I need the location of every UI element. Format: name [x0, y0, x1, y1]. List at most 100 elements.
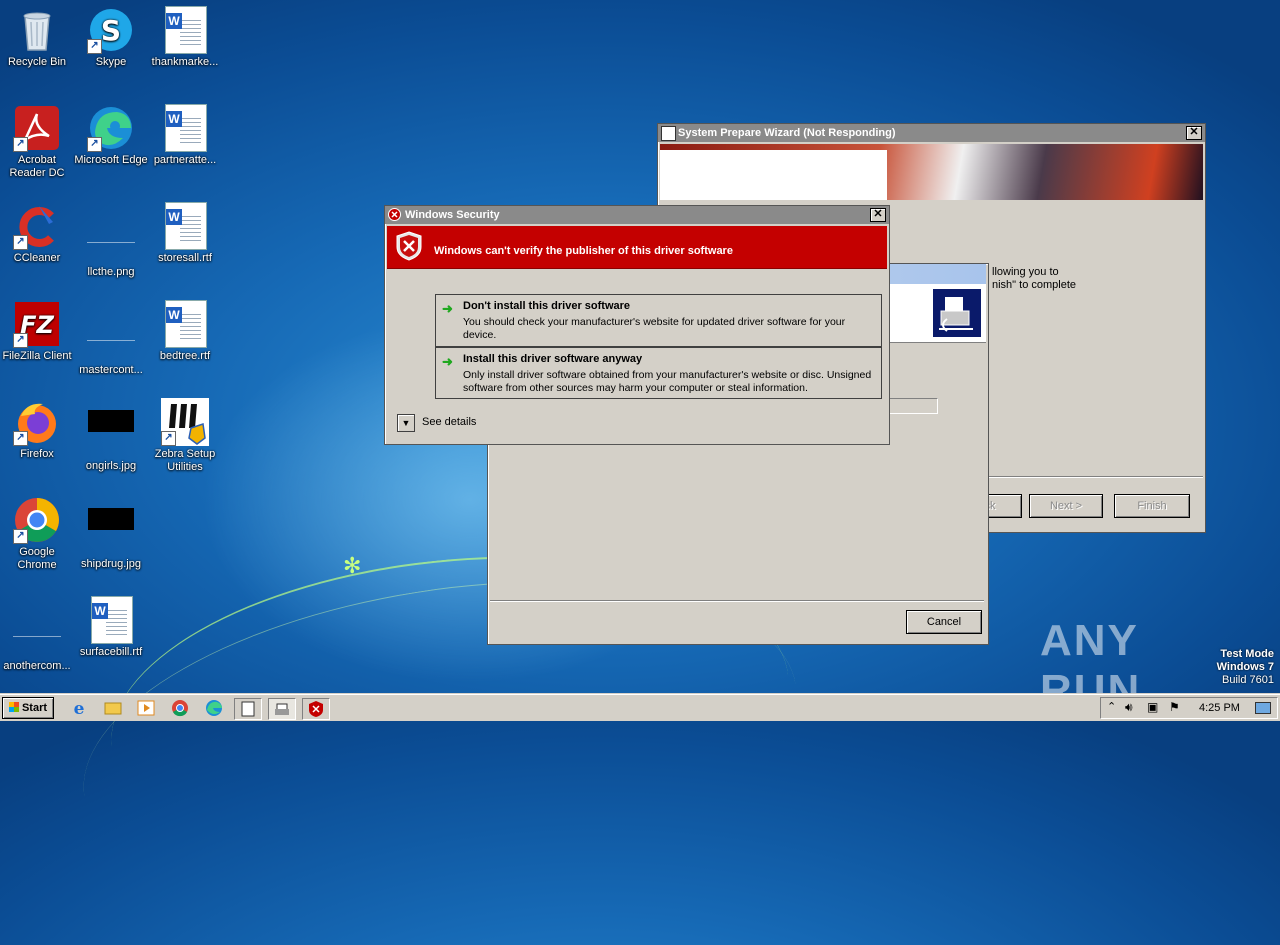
wizard-next-button[interactable]: Next > — [1029, 494, 1103, 518]
desktop-icon-label: surfacebill.rtf — [79, 646, 143, 658]
desktop-icon-anothercom[interactable]: anothercom... — [0, 596, 74, 673]
shortcut-arrow-icon: ↗ — [87, 39, 102, 54]
desktop-icon-label: Zebra Setup Utilities — [154, 448, 216, 473]
desktop-icon-label: anothercom... — [3, 660, 71, 672]
security-task-icon[interactable] — [302, 698, 330, 720]
test-mode-text: Test Mode Windows 7 Build 7601 — [1216, 648, 1274, 686]
shortcut-arrow-icon: ↗ — [161, 431, 176, 446]
desktop-icon-zebra[interactable]: ↗ Zebra Setup Utilities — [148, 398, 222, 474]
windows-logo-icon — [8, 702, 19, 712]
chrome-icon[interactable] — [167, 698, 193, 718]
flag-icon[interactable]: ⚑ — [1169, 700, 1180, 714]
anyrun-watermark: ANY RUN — [1040, 616, 1142, 715]
desktop-icon-label: ongirls.jpg — [85, 460, 137, 472]
desktop-icon-bedtree[interactable]: W bedtree.rtf — [148, 300, 222, 363]
security-header: Windows can't verify the publisher of th… — [387, 226, 887, 269]
shortcut-arrow-icon: ↗ — [13, 137, 28, 152]
desktop-icon-mastercont[interactable]: mastercont... — [74, 300, 148, 377]
word-document-icon: W — [161, 104, 209, 152]
desktop-icon-label: mastercont... — [79, 364, 143, 376]
zebra-icon: ↗ — [161, 398, 209, 446]
desktop-icon-label: shipdrug.jpg — [81, 558, 141, 570]
see-details-toggle[interactable]: ▼ See details — [397, 414, 497, 432]
desktop-icon-label: Acrobat Reader DC — [9, 154, 65, 179]
green-arrow-icon: ➜ — [442, 354, 453, 369]
wizard-banner — [660, 144, 1203, 200]
printer-icon — [933, 289, 981, 337]
desktop-icon-label: partneratte... — [153, 154, 217, 166]
green-arrow-icon: ➜ — [442, 301, 453, 316]
wizard-task-icon[interactable] — [234, 698, 262, 720]
volume-icon[interactable]: 🔊︎ — [1125, 700, 1133, 715]
desktop-icon-llcthe[interactable]: llcthe.png — [74, 202, 148, 279]
start-button[interactable]: Start — [2, 697, 54, 719]
system-tray: ⌃ 🔊︎ ▣ ⚑ 4:25 PM — [1100, 697, 1278, 719]
edge-icon[interactable] — [201, 698, 227, 718]
skype-icon: S ↗ — [87, 6, 135, 54]
option-install-anyway-title: Install this driver software anyway — [463, 353, 643, 365]
desktop-icon-label: Skype — [95, 56, 127, 68]
filezilla-icon: FZ ↗ — [13, 300, 61, 348]
desktop-icon-ccleaner[interactable]: ↗ CCleaner — [0, 202, 74, 265]
desktop-icon-surfacebill[interactable]: W surfacebill.rtf — [74, 596, 148, 659]
desktop-icon-label: CCleaner — [13, 252, 61, 264]
word-document-icon: W — [161, 300, 209, 348]
desktop-icon-edge[interactable]: ↗ Microsoft Edge — [74, 104, 148, 167]
install-progress-bar — [888, 398, 938, 414]
desktop-icon-label: FileZilla Client — [2, 350, 72, 362]
desktop-icon-shipdrug[interactable]: shipdrug.jpg — [74, 496, 148, 571]
desktop-icon-chrome[interactable]: ↗ Google Chrome — [0, 496, 74, 572]
desktop-icon-label: bedtree.rtf — [159, 350, 211, 362]
security-header-text: Windows can't verify the publisher of th… — [434, 245, 733, 257]
acrobat-icon: ↗ — [13, 104, 61, 152]
edge-icon: ↗ — [87, 104, 135, 152]
desktop-icon-label: Firefox — [20, 448, 54, 460]
desktop-icon-label: storesall.rtf — [158, 252, 212, 264]
word-document-icon: W — [161, 6, 209, 54]
desktop-icon-thankmarke[interactable]: W thankmarke... — [148, 6, 222, 69]
desktop-icon-filezilla[interactable]: FZ ↗ FileZilla Client — [0, 300, 74, 363]
desktop-icon-recycle-bin[interactable]: Recycle Bin — [0, 6, 74, 69]
ie-icon[interactable]: e — [66, 698, 92, 719]
desktop-icon-acrobat[interactable]: ↗ Acrobat Reader DC — [0, 104, 74, 180]
desktop-icon-ongirls[interactable]: ongirls.jpg — [74, 398, 148, 473]
image-file-icon — [87, 216, 135, 264]
install-divider — [490, 600, 984, 602]
show-desktop-icon[interactable] — [1255, 702, 1271, 714]
shield-x-icon — [395, 231, 423, 261]
security-titlebar: Windows Security ✕ — [385, 206, 889, 224]
desktop-icon-storesall[interactable]: W storesall.rtf — [148, 202, 222, 265]
recycle-bin-icon — [13, 6, 61, 54]
wizard-finish-button[interactable]: Finish — [1114, 494, 1190, 518]
security-close-button[interactable]: ✕ — [870, 208, 886, 222]
cancel-button[interactable]: Cancel — [906, 610, 982, 634]
image-file-icon — [87, 508, 135, 556]
clock[interactable]: 4:25 PM — [1199, 702, 1240, 714]
tray-expand-icon[interactable]: ⌃ — [1107, 700, 1116, 713]
wizard-titlebar: System Prepare Wizard (Not Responding) ✕ — [658, 124, 1205, 142]
taskbar: Start e ⌃ 🔊︎ ▣ ⚑ 4:25 PM — [0, 694, 1280, 721]
explorer-icon[interactable] — [100, 698, 126, 718]
option-dont-install-title: Don't install this driver software — [463, 300, 631, 312]
printer-task-icon[interactable] — [268, 698, 296, 720]
desktop-icon-skype[interactable]: S ↗ Skype — [74, 6, 148, 69]
wizard-close-button[interactable]: ✕ — [1186, 126, 1202, 140]
image-file-icon — [87, 314, 135, 362]
option-dont-install[interactable]: ➜ Don't install this driver software You… — [435, 294, 882, 347]
option-install-anyway-desc: Only install driver software obtained fr… — [463, 369, 872, 394]
media-player-icon[interactable] — [133, 698, 159, 718]
firefox-icon: ↗ — [13, 398, 61, 446]
desktop-icon-label: Google Chrome — [17, 546, 57, 571]
image-file-icon — [87, 410, 135, 458]
shield-error-icon — [388, 208, 401, 221]
desktop-icon-partneratte[interactable]: W partneratte... — [148, 104, 222, 167]
desktop-icon-firefox[interactable]: ↗ Firefox — [0, 398, 74, 461]
file-icon — [13, 610, 61, 658]
option-install-anyway[interactable]: ➜ Install this driver software anyway On… — [435, 347, 882, 399]
shortcut-arrow-icon: ↗ — [13, 333, 28, 348]
shortcut-arrow-icon: ↗ — [87, 137, 102, 152]
network-icon[interactable]: ▣ — [1147, 700, 1158, 714]
wallpaper-windows-logo: ✻ — [343, 553, 362, 578]
see-details-label: See details — [422, 416, 477, 428]
shortcut-arrow-icon: ↗ — [13, 235, 28, 250]
